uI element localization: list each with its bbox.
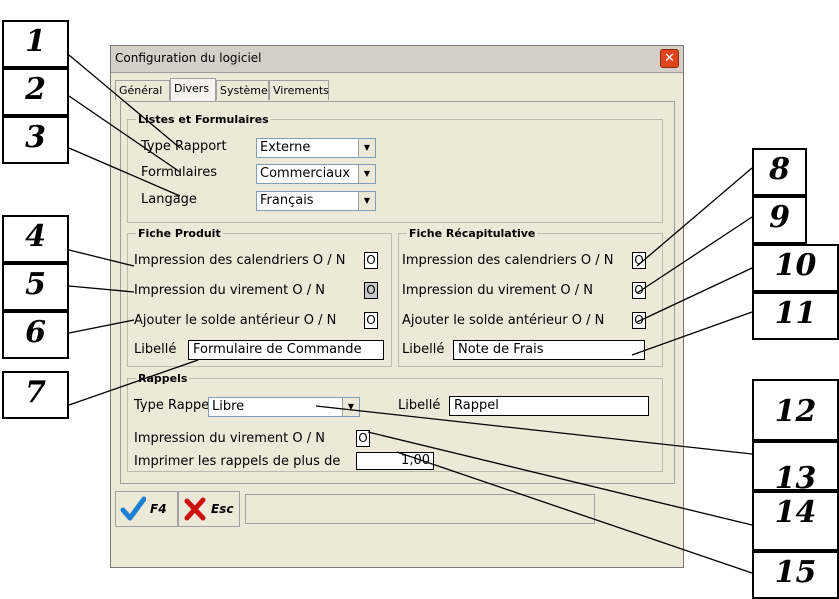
chevron-down-icon: ▼ [358,139,375,157]
type-rapport-select[interactable]: Externe ▼ [256,138,376,158]
langage-select[interactable]: Français ▼ [256,191,376,211]
fr-libelle-label: Libellé [402,342,445,357]
fp-ajouter-solde-label: Ajouter le solde antérieur O / N [134,313,337,328]
group-fiche-produit: Fiche Produit Impression des calendriers… [127,227,392,367]
callout-9: 9 [752,196,807,244]
close-button[interactable]: ✕ [660,49,679,68]
formulaires-label: Formulaires [141,165,218,180]
fp-impression-calendriers-label: Impression des calendriers O / N [134,253,346,268]
chevron-down-icon: ▼ [358,192,375,210]
selected-value: Commerciaux [260,166,351,181]
callout-2: 2 [2,68,69,116]
callout-8: 8 [752,148,807,196]
fp-ajouter-solde-field[interactable]: O [364,312,378,329]
config-dialog: Configuration du logiciel ✕ Général Dive… [110,45,684,568]
imprimer-rappels-label: Imprimer les rappels de plus de [134,454,341,469]
bottom-toolbar: F4 Esc [115,491,600,529]
group-legend: Fiche Produit [138,227,221,240]
group-legend: Listes et Formulaires [138,113,269,126]
checkmark-icon [120,496,146,521]
tab-systeme[interactable]: Système [216,80,269,100]
type-rappel-label: Type Rappel [134,398,213,413]
callout-12: 12 [752,379,839,441]
tab-divers[interactable]: Divers [170,78,216,101]
selected-value: Français [260,193,314,208]
fp-libelle-label: Libellé [134,342,177,357]
group-rappels: Rappels Type Rappel Libre ▼ Libellé Rappe… [127,372,663,472]
rappel-libelle-input[interactable]: Rappel [449,396,649,416]
chevron-down-icon: ▼ [342,398,359,416]
tab-virements[interactable]: Virements [269,80,329,100]
callout-1: 1 [2,20,69,68]
callout-11: 11 [752,292,839,340]
callout-6: 6 [2,311,69,359]
title-bar: Configuration du logiciel ✕ [111,46,683,73]
window-title: Configuration du logiciel [115,51,262,65]
close-icon: ✕ [664,51,675,66]
fr-ajouter-solde-field[interactable]: O [632,312,646,329]
group-listes-formulaires: Listes et Formulaires Type Rapport Exter… [127,113,663,223]
formulaires-select[interactable]: Commerciaux ▼ [256,164,376,184]
callout-4: 4 [2,215,69,263]
fr-impression-calendriers-field[interactable]: O [632,252,646,269]
callout-13: 13 [752,441,839,496]
imprimer-rappels-input[interactable]: 1,00 [356,452,434,470]
rappel-impression-virement-label: Impression du virement O / N [134,431,326,446]
rappel-impression-virement-field[interactable]: O [356,430,370,447]
fp-impression-virement-field[interactable]: O [364,282,378,299]
x-icon [184,497,206,521]
group-legend: Fiche Récapitulative [409,227,536,240]
callout-14: 14 [752,491,839,551]
rappel-libelle-label: Libellé [398,398,441,413]
ok-button[interactable]: F4 [115,491,178,527]
callout-5: 5 [2,263,69,311]
status-panel [245,494,595,524]
tab-general[interactable]: Général [115,80,170,100]
callout-7: 7 [2,371,69,419]
group-legend: Rappels [138,372,188,385]
fr-impression-calendriers-label: Impression des calendriers O / N [402,253,614,268]
fr-libelle-input[interactable]: Note de Frais [453,340,645,360]
ok-shortcut-label: F4 [150,502,167,516]
chevron-down-icon: ▼ [358,165,375,183]
selected-value: Libre [212,399,245,414]
type-rappel-select[interactable]: Libre ▼ [208,397,360,417]
fr-ajouter-solde-label: Ajouter le solde antérieur O / N [402,313,605,328]
fp-impression-virement-label: Impression du virement O / N [134,283,326,298]
callout-10: 10 [752,244,839,292]
callout-3: 3 [2,116,69,164]
fr-impression-virement-label: Impression du virement O / N [402,283,594,298]
tab-label: Divers [174,82,210,95]
tab-panel-divers: Listes et Formulaires Type Rapport Exter… [120,101,675,484]
tab-label: Général [119,84,163,97]
type-rapport-label: Type Rapport [141,139,227,154]
fr-impression-virement-field[interactable]: O [632,282,646,299]
callout-15: 15 [752,551,839,599]
group-fiche-recapitulative: Fiche Récapitulative Impression des cale… [398,227,663,367]
cancel-shortcut-label: Esc [211,502,234,516]
langage-label: Langage [141,192,197,207]
selected-value: Externe [260,140,311,155]
fp-libelle-input[interactable]: Formulaire de Commande [188,340,384,360]
fp-impression-calendriers-field[interactable]: O [364,252,378,269]
cancel-button[interactable]: Esc [178,491,240,527]
tab-label: Virements [273,84,329,97]
tab-label: Système [220,84,268,97]
